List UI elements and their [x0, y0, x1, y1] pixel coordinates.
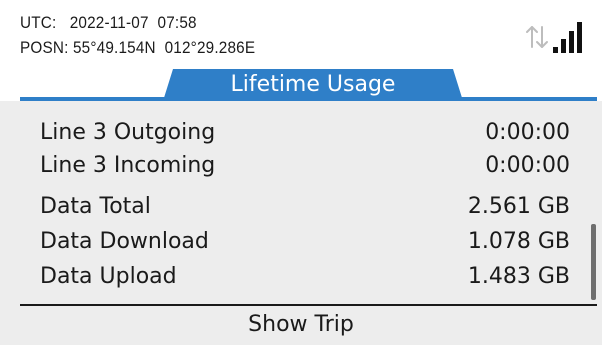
signal-strength-icon — [553, 22, 582, 53]
status-header: UTC: 2022-11-07 07:58 POSN: 55°49.154N 0… — [0, 0, 602, 101]
utc-value: 2022-11-07 07:58 — [69, 13, 197, 32]
list-item[interactable]: Line 3 Outgoing 0:00:00 — [0, 116, 602, 153]
row-label: Data Upload — [40, 264, 177, 289]
utc-label: UTC: — [20, 13, 57, 32]
posn-label: POSN: — [20, 38, 69, 57]
list-item[interactable]: Line 3 Incoming 0:00:00 — [0, 149, 602, 186]
row-label: Line 3 Outgoing — [40, 120, 216, 145]
list-item[interactable]: Data Download 1.078 GB — [0, 225, 602, 262]
list-item[interactable]: Data Upload 1.483 GB — [0, 260, 602, 297]
row-value: 0:00:00 — [485, 120, 570, 145]
list-item[interactable]: Data Total 2.561 GB — [0, 190, 602, 227]
usage-list[interactable]: Line 3 Outgoing 0:00:00 Line 3 Incoming … — [0, 101, 602, 304]
row-value: 1.078 GB — [467, 229, 570, 254]
position-readout: POSN: 55°49.154N 012°29.286E — [20, 38, 255, 58]
row-label: Data Download — [40, 229, 209, 254]
show-trip-button[interactable]: Show Trip — [0, 306, 602, 345]
sync-arrows-icon — [526, 26, 548, 48]
device-screen: UTC: 2022-11-07 07:58 POSN: 55°49.154N 0… — [0, 0, 602, 345]
posn-value: 55°49.154N 012°29.286E — [72, 38, 256, 57]
utc-timestamp: UTC: 2022-11-07 07:58 — [20, 13, 197, 33]
row-value: 2.561 GB — [467, 194, 570, 219]
row-label: Line 3 Incoming — [40, 153, 216, 178]
row-value: 0:00:00 — [485, 153, 570, 178]
row-value: 1.483 GB — [467, 264, 570, 289]
list-scrollbar[interactable] — [591, 224, 596, 300]
row-label: Data Total — [40, 194, 151, 219]
tab-title: Lifetime Usage — [230, 72, 396, 97]
